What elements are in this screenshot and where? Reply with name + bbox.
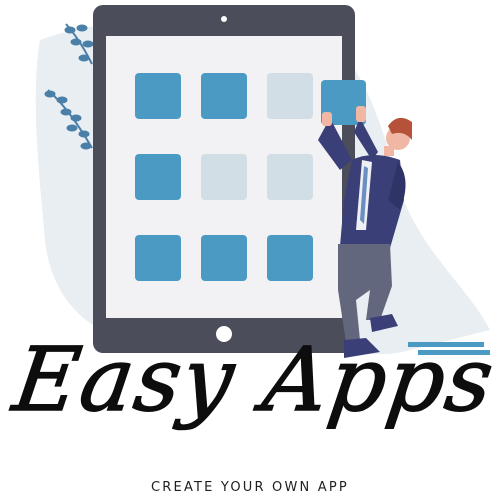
app-tile-grid [135, 73, 313, 281]
app-tile-icon [135, 235, 181, 281]
empty-tile-slot [267, 154, 313, 200]
app-tile-icon [267, 235, 313, 281]
app-tile-icon [201, 73, 247, 119]
empty-tile-slot [201, 154, 247, 200]
tablet-device [93, 5, 355, 353]
tagline: CREATE YOUR OWN APP [151, 480, 349, 495]
camera-dot-icon [221, 16, 227, 22]
empty-tile-slot [267, 73, 313, 119]
brand-title: Easy Apps [6, 328, 500, 430]
app-tile-icon [135, 154, 181, 200]
headline: Easy Apps [5, 328, 500, 432]
app-tile-icon [135, 73, 181, 119]
app-tile-icon [201, 235, 247, 281]
